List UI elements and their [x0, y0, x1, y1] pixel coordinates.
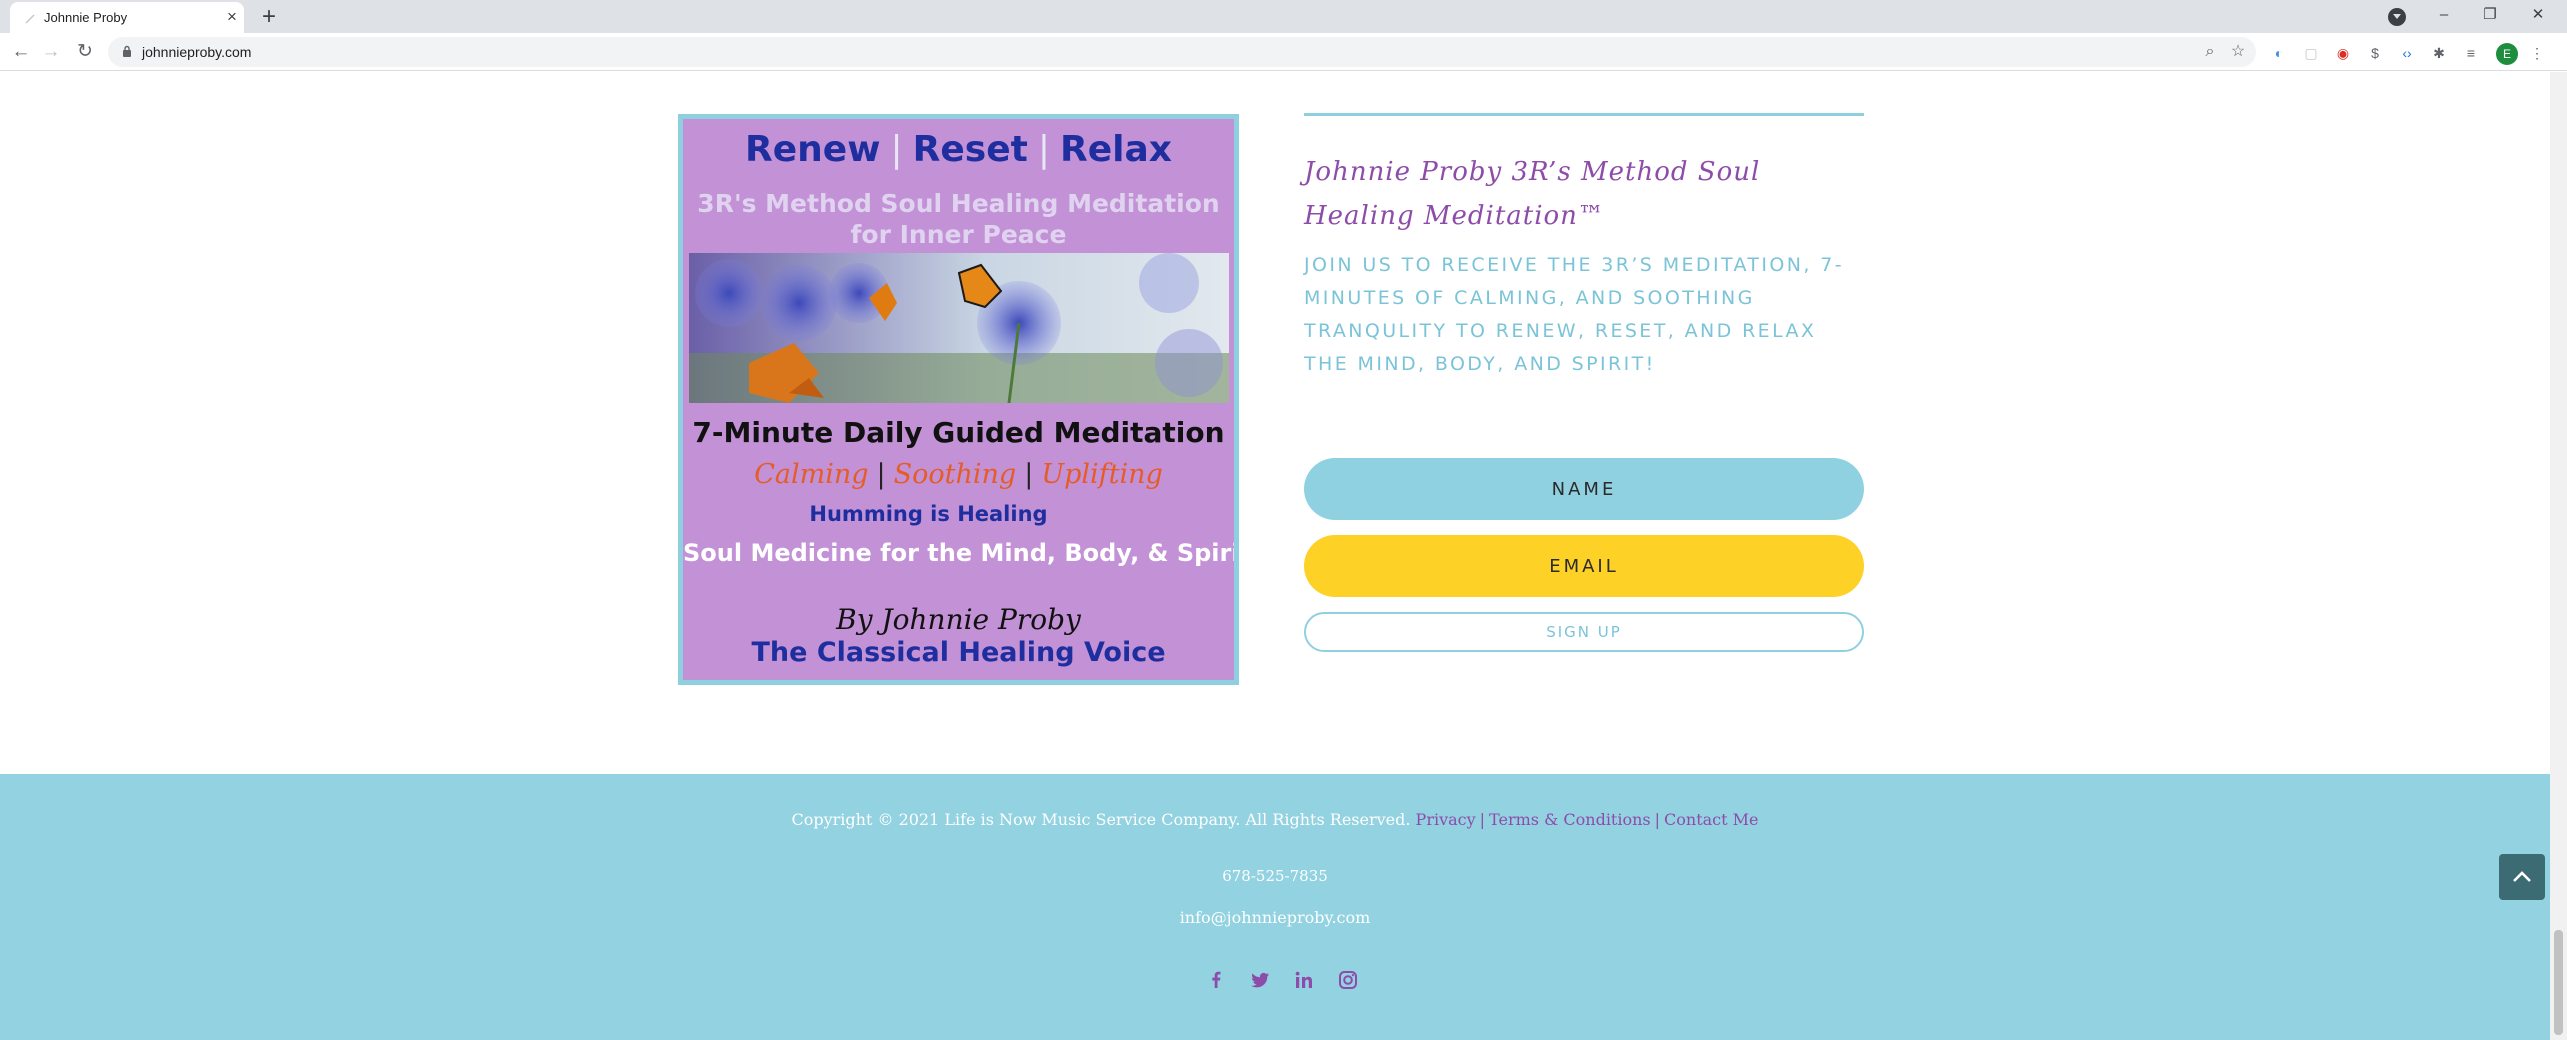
- signup-divider: [1304, 113, 1864, 116]
- poster-qualities: Calming | Soothing | Uplifting: [683, 459, 1234, 490]
- minimize-icon[interactable]: –: [2424, 2, 2464, 28]
- page-scrollbar[interactable]: [2550, 72, 2567, 1040]
- menu-icon[interactable]: ⋮: [2528, 44, 2546, 62]
- poster-subtitle: 3R's Method Soul Healing Meditation for …: [683, 188, 1234, 250]
- poster-reset: Reset: [912, 129, 1028, 170]
- extensions-icon[interactable]: ✱: [2430, 44, 2448, 62]
- poster-subtitle-2: for Inner Peace: [850, 220, 1067, 249]
- scrollbar-thumb[interactable]: [2554, 930, 2563, 1035]
- forward-icon[interactable]: →: [40, 41, 62, 63]
- poster-voice: The Classical Healing Voice: [751, 637, 1166, 668]
- meditation-poster: Renew | Reset | Relax 3R's Method Soul Heali…: [678, 114, 1239, 685]
- tab-close-icon[interactable]: ×: [222, 7, 242, 27]
- footer-phone: 678-525-7835: [1222, 867, 1328, 885]
- tab-search-icon[interactable]: [2388, 8, 2406, 26]
- extension-3-icon[interactable]: ◉: [2334, 44, 2352, 62]
- extension-5-icon[interactable]: ‹›: [2398, 44, 2416, 62]
- signup-title: Johnnie Proby 3R’s Method Soul Healing M…: [1304, 157, 1761, 231]
- new-tab-button[interactable]: +: [256, 4, 282, 30]
- footer-email[interactable]: info@johnnieproby.com: [0, 908, 2550, 927]
- favicon-icon: [25, 14, 35, 24]
- poster-heading: Renew | Reset | Relax: [683, 129, 1234, 170]
- poster-headline: 7-Minute Daily Guided Meditation: [692, 416, 1225, 449]
- poster-humming: Humming is Healing: [809, 502, 1048, 526]
- footer-separator: |: [1479, 810, 1486, 829]
- poster-relax: Relax: [1059, 129, 1172, 170]
- social-links: [1190, 968, 1370, 998]
- close-window-icon[interactable]: ✕: [2518, 2, 2558, 28]
- instagram-icon[interactable]: [1336, 968, 1360, 992]
- site-footer: Copyright © 2021 Life is Now Music Servi…: [0, 774, 2550, 1040]
- extension-4-icon[interactable]: $: [2366, 44, 2384, 62]
- signup-description: JOIN US TO RECEIVE THE 3R’S MEDITATION, …: [1304, 254, 1844, 375]
- reading-list-icon[interactable]: ≡: [2462, 44, 2480, 62]
- footer-copyright-line: Copyright © 2021 Life is Now Music Servi…: [0, 810, 2550, 829]
- poster-calming: Calming: [754, 459, 869, 490]
- facebook-icon[interactable]: [1204, 968, 1228, 992]
- poster-uplifting: Uplifting: [1041, 459, 1163, 490]
- tab-strip: Johnnie Proby × + – ❐ ✕: [0, 0, 2567, 33]
- url-text: johnnieproby.com: [142, 44, 252, 60]
- zoom-icon[interactable]: ⌕: [2200, 42, 2220, 62]
- copyright-text: Copyright © 2021 Life is Now Music Servi…: [791, 810, 1411, 829]
- poster-soothing: Soothing: [893, 459, 1017, 490]
- browser-toolbar: ← → ↻ johnnieproby.com ⌕ ☆ ◐ ▢ ◉ $ ‹› ✱ …: [0, 33, 2567, 71]
- extension-1-icon[interactable]: ◐: [2270, 44, 2288, 62]
- scroll-to-top-button[interactable]: [2499, 854, 2545, 900]
- restore-icon[interactable]: ❐: [2470, 2, 2510, 28]
- profile-avatar[interactable]: E: [2496, 43, 2518, 65]
- back-icon[interactable]: ←: [10, 41, 32, 63]
- lock-icon: [123, 45, 131, 57]
- poster-subtitle-1: 3R's Method Soul Healing Meditation: [697, 189, 1220, 218]
- terms-link[interactable]: Terms & Conditions: [1489, 810, 1651, 829]
- email-field[interactable]: [1304, 535, 1864, 597]
- contact-link[interactable]: Contact Me: [1664, 810, 1758, 829]
- poster-divider: |: [1024, 459, 1034, 490]
- poster-soul-medicine: Soul Medicine for the Mind, Body, & Spir…: [683, 539, 1239, 567]
- linkedin-icon[interactable]: [1292, 968, 1316, 992]
- reload-icon[interactable]: ↻: [74, 41, 96, 63]
- footer-separator: |: [1654, 810, 1661, 829]
- chevron-up-icon: [2513, 871, 2531, 882]
- name-field[interactable]: [1304, 458, 1864, 520]
- browser-tab[interactable]: Johnnie Proby ×: [10, 2, 244, 33]
- privacy-link[interactable]: Privacy: [1416, 810, 1476, 829]
- poster-divider: |: [890, 129, 903, 170]
- poster-divider: |: [876, 459, 886, 490]
- poster-renew: Renew: [745, 129, 881, 170]
- butterfly-flowers-image: [689, 253, 1229, 403]
- star-icon[interactable]: ☆: [2228, 42, 2248, 62]
- extension-2-icon[interactable]: ▢: [2302, 44, 2320, 62]
- poster-divider: |: [1037, 129, 1050, 170]
- page-viewport: Renew | Reset | Relax 3R's Method Soul Heali…: [0, 72, 2567, 1040]
- twitter-icon[interactable]: [1248, 968, 1272, 992]
- poster-byline: By Johnnie Proby: [836, 603, 1081, 636]
- address-bar[interactable]: johnnieproby.com ⌕ ☆: [108, 37, 2256, 67]
- sign-up-button[interactable]: SIGN UP: [1304, 612, 1864, 652]
- tab-title: Johnnie Proby: [44, 10, 128, 25]
